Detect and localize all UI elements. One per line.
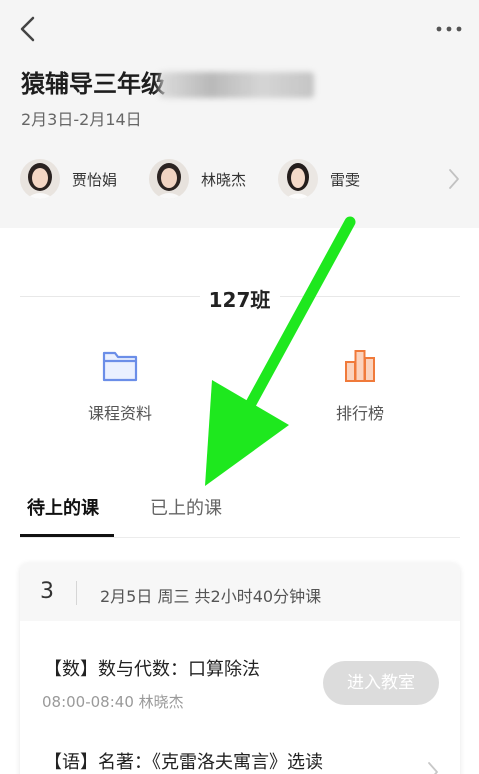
lesson-time-teacher: 08:00-08:40 林晓杰 <box>42 693 184 711</box>
enter-classroom-button[interactable]: 进入教室 <box>323 661 439 705</box>
day-number: 3 <box>40 579 54 604</box>
back-icon[interactable] <box>18 16 40 42</box>
class-name: 127班 <box>208 288 271 312</box>
lesson-tabs: 待上的课 已上的课 <box>20 490 460 538</box>
more-options-icon[interactable] <box>434 19 464 39</box>
folder-icon <box>102 351 138 382</box>
tab-completed[interactable]: 已上的课 <box>150 494 222 520</box>
divider <box>76 581 77 605</box>
course-materials-button[interactable]: 课程资料 <box>60 346 180 424</box>
day-card-header: 3 2月5日 周三 共2小时40分钟课 <box>20 563 460 621</box>
course-materials-label: 课程资料 <box>87 404 152 423</box>
leaderboard-button[interactable]: 排行榜 <box>300 346 420 424</box>
day-schedule-card: 3 2月5日 周三 共2小时40分钟课 【数】数与代数：口算除法 08:00-0… <box>20 563 460 774</box>
course-date-range: 2月3日-2月14日 <box>21 110 142 129</box>
day-info: 2月5日 周三 共2小时40分钟课 <box>100 587 322 606</box>
bar-chart-icon <box>345 350 375 382</box>
course-header: 猿辅导三年级 2月3日-2月14日 贾怡娟 林晓杰 雷雯 <box>0 0 479 228</box>
teacher-list[interactable]: 贾怡娟 林晓杰 雷雯 <box>20 158 460 200</box>
avatar <box>278 159 318 199</box>
divider <box>20 537 460 538</box>
teacher-name: 贾怡娟 <box>72 170 118 189</box>
leaderboard-label: 排行榜 <box>335 404 384 423</box>
teacher-item[interactable]: 贾怡娟 <box>20 158 117 200</box>
avatar <box>149 159 189 199</box>
lesson-title[interactable]: 【数】数与代数：口算除法 <box>44 655 260 681</box>
course-title: 猿辅导三年级 <box>21 64 314 99</box>
chevron-right-icon[interactable] <box>426 761 440 774</box>
teacher-item[interactable]: 雷雯 <box>278 158 360 200</box>
divider <box>20 296 200 297</box>
teacher-item[interactable]: 林晓杰 <box>149 158 246 200</box>
lesson-title[interactable]: 【语】名著：《克雷洛夫寓言》选读 <box>44 748 323 774</box>
course-title-text: 猿辅导三年级 <box>21 70 165 98</box>
teacher-name: 雷雯 <box>330 170 361 189</box>
chevron-right-icon[interactable] <box>447 168 461 190</box>
divider <box>280 296 460 297</box>
avatar <box>20 159 60 199</box>
blurred-title-region <box>159 72 314 98</box>
teacher-name: 林晓杰 <box>201 170 247 189</box>
tab-upcoming[interactable]: 待上的课 <box>27 494 99 520</box>
